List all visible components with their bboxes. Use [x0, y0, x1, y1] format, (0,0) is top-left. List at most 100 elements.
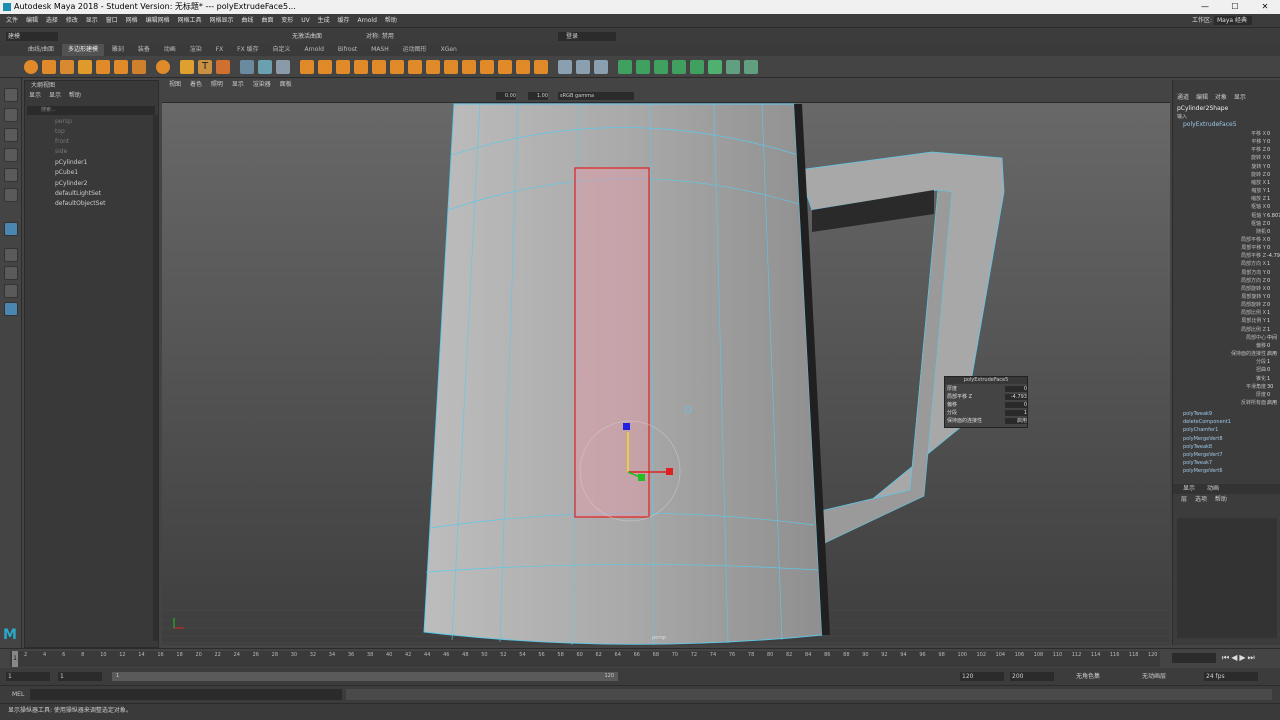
history-node[interactable]: polyMergeVert7 [1183, 451, 1223, 459]
scale-tool-icon[interactable] [4, 188, 18, 202]
playback-controls-icon[interactable]: ⏮◀▶⏭ [1222, 653, 1278, 663]
shelf-tab[interactable]: Bifrost [332, 44, 363, 56]
channel-attr-value[interactable]: -4.793 [1267, 252, 1280, 260]
menu-item[interactable]: 帮助 [385, 17, 397, 24]
history-node[interactable]: polyMergeVert6 [1183, 467, 1223, 475]
uv-auto-icon[interactable] [672, 60, 686, 74]
gamma-field[interactable]: 1.00 [528, 92, 548, 100]
outliner-scrollbar[interactable] [153, 115, 158, 641]
channel-attr-value[interactable]: 1 [1267, 187, 1270, 195]
outliner-menu-item[interactable]: 帮助 [69, 92, 81, 99]
channel-attr-value[interactable]: 0 [1267, 154, 1270, 162]
channel-attr-value[interactable]: 0 [1267, 130, 1270, 138]
disc-icon[interactable] [132, 60, 146, 74]
maximize-button[interactable]: ☐ [1220, 0, 1250, 14]
anim-end2-field[interactable]: 200 [1010, 672, 1054, 681]
shelf-tab[interactable]: 运动图形 [397, 44, 433, 56]
current-frame-marker[interactable]: 1 [12, 651, 18, 667]
channel-attr-value[interactable]: 0 [1267, 391, 1270, 399]
sphere-icon[interactable] [24, 60, 38, 74]
plane-icon[interactable] [114, 60, 128, 74]
character-set-select[interactable]: 无角色集 [1076, 672, 1100, 681]
multi-cut-icon[interactable] [462, 60, 476, 74]
cone-icon[interactable] [78, 60, 92, 74]
channel-attr-value[interactable]: 1 [1267, 195, 1270, 203]
bridge-icon[interactable] [354, 60, 368, 74]
channel-attr-value[interactable]: 1 [1267, 309, 1270, 317]
channel-attr-value[interactable]: 启用 [1267, 350, 1277, 358]
viewport-menu-item[interactable]: 显示 [232, 81, 244, 88]
channel-attr-value[interactable]: 0 [1267, 277, 1270, 285]
uv-layout-icon[interactable] [708, 60, 722, 74]
extrude-icon[interactable] [336, 60, 350, 74]
channel-attr-value[interactable]: 1 [1267, 358, 1270, 366]
show-manipulator-icon[interactable] [4, 222, 18, 236]
mirror-icon[interactable] [318, 60, 332, 74]
channel-menu-item[interactable]: 通道 [1177, 94, 1189, 101]
lasso-tool-icon[interactable] [4, 108, 18, 122]
insert-loop-icon[interactable] [516, 60, 530, 74]
input-node-name[interactable]: polyExtrudeFace5 [1183, 121, 1237, 128]
login-button[interactable]: 登录 [558, 32, 616, 41]
channel-attr-value[interactable]: 0 [1267, 285, 1270, 293]
menu-item[interactable]: 窗口 [106, 17, 118, 24]
select-tool-icon[interactable] [4, 88, 18, 102]
script-language-label[interactable]: MEL [12, 690, 24, 699]
channel-attr-value[interactable]: 1 [1267, 326, 1270, 334]
in-view-field[interactable]: 0 [1005, 402, 1027, 408]
channel-attr-value[interactable]: 1 [1267, 179, 1270, 187]
channel-attr-value[interactable]: 1 [1267, 375, 1270, 383]
channel-attr-value[interactable]: 0 [1267, 171, 1270, 179]
channel-attr-value[interactable]: 0 [1267, 236, 1270, 244]
workspace-select[interactable]: Maya 经典 [1214, 16, 1252, 25]
channel-menu-item[interactable]: 编辑 [1196, 94, 1208, 101]
channel-attr-value[interactable]: 启用 [1267, 399, 1277, 407]
uv-spherical-icon[interactable] [654, 60, 668, 74]
shelf-tab[interactable]: XGen [435, 44, 463, 56]
side-by-side-icon[interactable] [4, 284, 18, 298]
menu-item[interactable]: Arnold [357, 17, 376, 24]
menu-item[interactable]: 曲线 [241, 17, 253, 24]
shelf-tab[interactable]: FX [210, 44, 230, 56]
viewport-menu-item[interactable]: 渲染器 [253, 81, 271, 88]
viewport-persp[interactable]: persp [162, 80, 1170, 645]
close-button[interactable]: ✕ [1250, 0, 1280, 14]
menu-item[interactable]: 网格显示 [209, 17, 233, 24]
target-weld-icon[interactable] [480, 60, 494, 74]
bevel-icon[interactable] [372, 60, 386, 74]
menu-item[interactable]: 网格 [126, 17, 138, 24]
sculpt-icon[interactable] [558, 60, 572, 74]
outliner-item[interactable]: persp [25, 117, 151, 127]
current-frame-field[interactable] [1172, 653, 1216, 663]
offset-loop-icon[interactable] [534, 60, 548, 74]
layer-tab[interactable]: 动画 [1207, 485, 1219, 492]
anim-layer-select[interactable]: 无动画层 [1142, 672, 1166, 681]
cylinder-icon[interactable] [60, 60, 74, 74]
shelf-tab[interactable]: Arnold [298, 44, 329, 56]
uv-planar-icon[interactable] [618, 60, 632, 74]
outliner-item[interactable]: pCylinder2 [25, 179, 151, 189]
menu-item[interactable]: 曲面 [261, 17, 273, 24]
shelf-tab[interactable]: 装备 [132, 44, 156, 56]
shelf-tab[interactable]: 自定义 [267, 44, 297, 56]
torus-icon[interactable] [96, 60, 110, 74]
channel-attr-value[interactable]: 中间 [1267, 334, 1277, 342]
channel-attr-value[interactable]: 1 [1267, 317, 1270, 325]
menu-item[interactable]: 生成 [318, 17, 330, 24]
menu-item[interactable]: 编辑 [26, 17, 38, 24]
merge-icon[interactable] [426, 60, 440, 74]
outliner-item[interactable]: top [25, 127, 151, 137]
minimize-button[interactable]: — [1190, 0, 1220, 14]
history-node[interactable]: deleteComponent1 [1183, 418, 1231, 426]
exposure-field[interactable]: 0.00 [496, 92, 516, 100]
edge-loop-icon[interactable] [498, 60, 512, 74]
layer-tab[interactable]: 显示 [1183, 485, 1195, 492]
outliner-pane-icon[interactable] [4, 302, 18, 316]
four-pane-icon[interactable] [4, 266, 18, 280]
boolean-icon[interactable] [300, 60, 314, 74]
uv-unfold-icon[interactable] [726, 60, 740, 74]
separate-icon[interactable] [258, 60, 272, 74]
harden-icon[interactable] [594, 60, 608, 74]
channel-attr-value[interactable]: 30 [1267, 383, 1273, 391]
shelf-tab-active[interactable]: 多边形建模 [61, 44, 104, 56]
